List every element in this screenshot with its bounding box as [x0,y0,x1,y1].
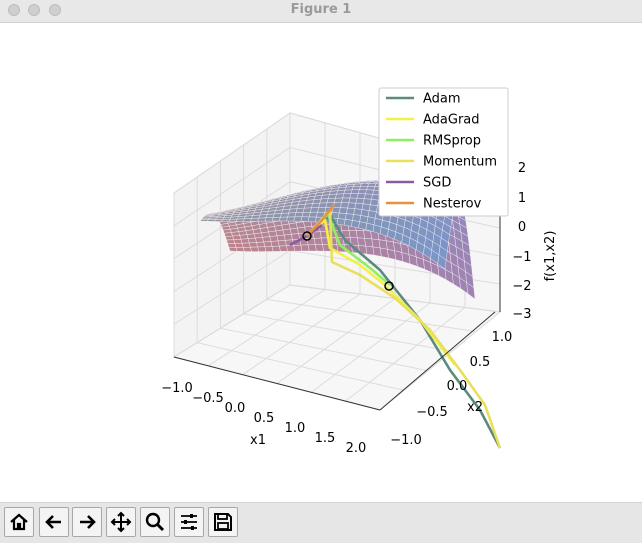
z-tick-label: 0 [518,220,526,235]
legend-label: RMSprop [423,134,481,149]
x-tick-label: −0.5 [192,391,224,406]
z-tick-label: 1 [518,191,526,206]
z-tick-label: −3 [512,307,531,322]
figure-canvas[interactable]: −1.0−0.50.00.51.01.52.0−1.0−0.50.00.51.0… [0,23,642,502]
x-tick-label: 0.0 [225,401,246,416]
x-tick-label: 2.0 [346,441,367,456]
z-tick-label: −2 [512,279,531,294]
legend: Adam AdaGrad RMSprop Momentum SGD Nesterov [379,88,508,216]
y-axis-label: x2 [467,400,483,415]
x-axis-label: x1 [250,433,266,448]
legend-label: Momentum [423,155,497,170]
forward-button[interactable] [72,507,102,537]
x-tick-label: 1.0 [285,421,306,436]
z-axis-label: f(x1,x2) [543,231,558,282]
pan-icon [110,511,132,533]
legend-label: Adam [423,92,461,107]
window-title: Figure 1 [0,0,642,22]
back-arrow-icon [43,511,65,533]
home-icon [8,511,30,533]
forward-arrow-icon [76,511,98,533]
y-tick-label: 1.0 [492,330,513,345]
z-tick-label: 2 [518,161,526,176]
save-button[interactable] [208,507,238,537]
y-tick-label: 0.5 [470,355,491,370]
x-tick-label: −1.0 [161,381,193,396]
y-tick-label: −1.0 [390,433,422,448]
z-tick-label: −1 [512,250,531,265]
navigation-toolbar [0,502,642,543]
legend-label: AdaGrad [423,113,480,128]
zoom-icon [144,511,166,533]
configure-subplots-icon [178,511,200,533]
pan-button[interactable] [106,507,136,537]
configure-subplots-button[interactable] [174,507,204,537]
zoom-button[interactable] [140,507,170,537]
home-button[interactable] [4,507,34,537]
x-tick-label: 0.5 [254,411,275,426]
y-tick-label: −0.5 [416,405,448,420]
back-button[interactable] [39,507,69,537]
title-bar: Figure 1 [0,0,642,23]
plot-3d[interactable]: −1.0−0.50.00.51.01.52.0−1.0−0.50.00.51.0… [0,23,642,502]
y-tick-label: 0.0 [447,379,468,394]
legend-label: Nesterov [423,197,482,212]
legend-label: SGD [423,176,451,191]
x-tick-label: 1.5 [315,431,336,446]
figure-window: Figure 1 −1.0−0.50.00.51.01.52.0−1.0−0.5… [0,0,642,542]
save-icon [212,511,234,533]
